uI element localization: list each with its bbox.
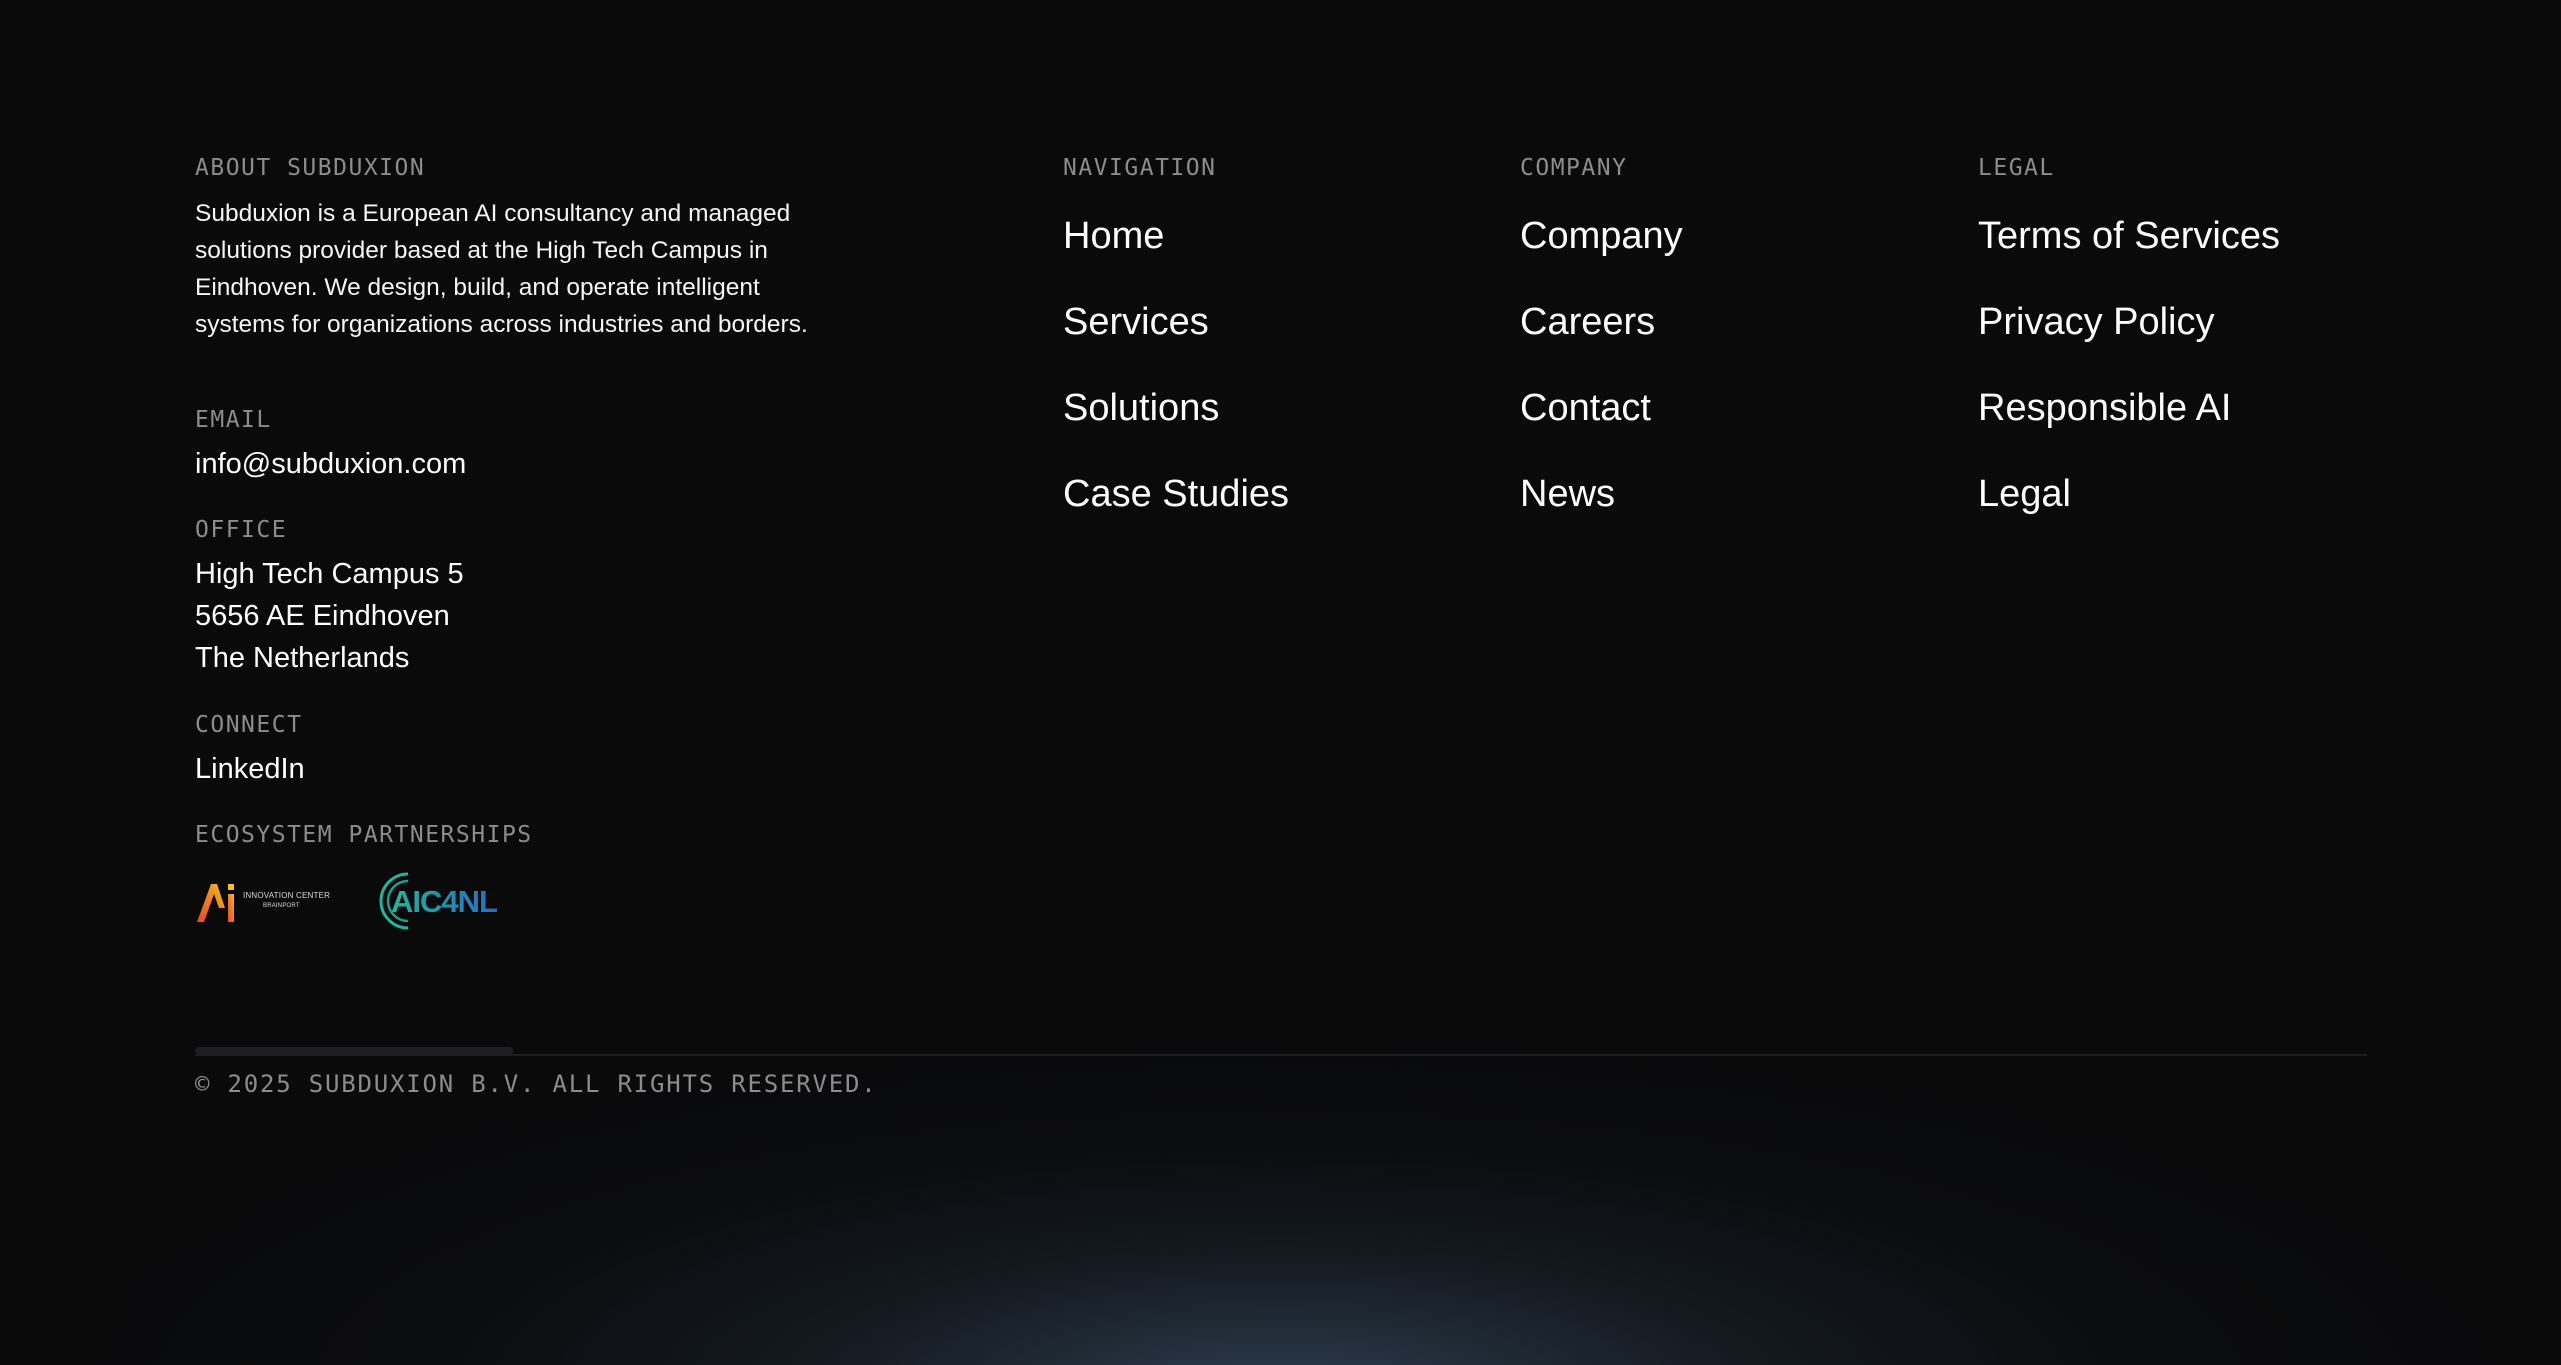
company-link-contact[interactable]: Contact [1520,365,1683,451]
legal-links: Terms of Services Privacy Policy Respons… [1978,193,2280,537]
legal-column: LEGAL Terms of Services Privacy Policy R… [1978,155,2280,537]
nav-link-services[interactable]: Services [1063,279,1289,365]
office-address: High Tech Campus 5 5656 AE Eindhoven The… [195,553,464,679]
company-link-news[interactable]: News [1520,451,1683,537]
nav-link-solutions[interactable]: Solutions [1063,365,1289,451]
innovation-center-logo[interactable]: INNOVATION CENTER BRAINPORT [195,878,330,924]
connect-section: CONNECT LinkedIn [195,712,305,790]
svg-text:AIC4NL: AIC4NL [391,884,497,919]
ecosystem-section: ECOSYSTEM PARTNERSHIPS INNOVATION CENTER… [195,822,533,934]
company-column: COMPANY Company Careers Contact News [1520,155,1683,537]
nav-link-case-studies[interactable]: Case Studies [1063,451,1289,537]
email-section: EMAIL info@subduxion.com [195,407,466,485]
nav-link-home[interactable]: Home [1063,193,1289,279]
navigation-label: NAVIGATION [1063,155,1217,181]
aic4nl-logo[interactable]: AIC4NL [374,868,504,934]
site-footer: ABOUT SUBDUXION Subduxion is a European … [195,0,2367,1365]
legal-link-privacy[interactable]: Privacy Policy [1978,279,2280,365]
company-link-careers[interactable]: Careers [1520,279,1683,365]
innovation-center-ai-mark [197,884,234,922]
about-label: ABOUT SUBDUXION [195,155,426,181]
email-link[interactable]: info@subduxion.com [195,443,466,485]
about-description: Subduxion is a European AI consultancy a… [195,200,808,338]
office-address-line: 5656 AE Eindhoven [195,600,450,632]
navigation-column: NAVIGATION Home Services Solutions Case … [1063,155,1289,537]
aic4nl-mark: AIC4NL [379,872,498,930]
ecosystem-label: ECOSYSTEM PARTNERSHIPS [195,822,533,848]
linkedin-link[interactable]: LinkedIn [195,748,305,790]
office-label: OFFICE [195,517,288,543]
copyright-text: © 2025 SUBDUXION B.V. ALL RIGHTS RESERVE… [195,1070,878,1098]
legal-link-legal[interactable]: Legal [1978,451,2280,537]
divider-accent [195,1047,513,1054]
innovation-center-caption: INNOVATION CENTER BRAINPORT [243,891,331,909]
footer-divider [195,1054,2367,1056]
office-section: OFFICE High Tech Campus 5 5656 AE Eindho… [195,517,464,679]
legal-link-terms[interactable]: Terms of Services [1978,193,2280,279]
navigation-links: Home Services Solutions Case Studies [1063,193,1289,537]
partner-logos: INNOVATION CENTER BRAINPORT AIC4NL [195,868,533,934]
legal-link-responsible-ai[interactable]: Responsible AI [1978,365,2280,451]
office-address-line: The Netherlands [195,642,410,674]
connect-label: CONNECT [195,712,303,738]
about-section: ABOUT SUBDUXION Subduxion is a European … [195,155,815,343]
company-link-company[interactable]: Company [1520,193,1683,279]
office-address-line: High Tech Campus 5 [195,558,464,590]
legal-label: LEGAL [1978,155,2055,181]
email-label: EMAIL [195,407,272,433]
company-links: Company Careers Contact News [1520,193,1683,537]
company-label: COMPANY [1520,155,1628,181]
